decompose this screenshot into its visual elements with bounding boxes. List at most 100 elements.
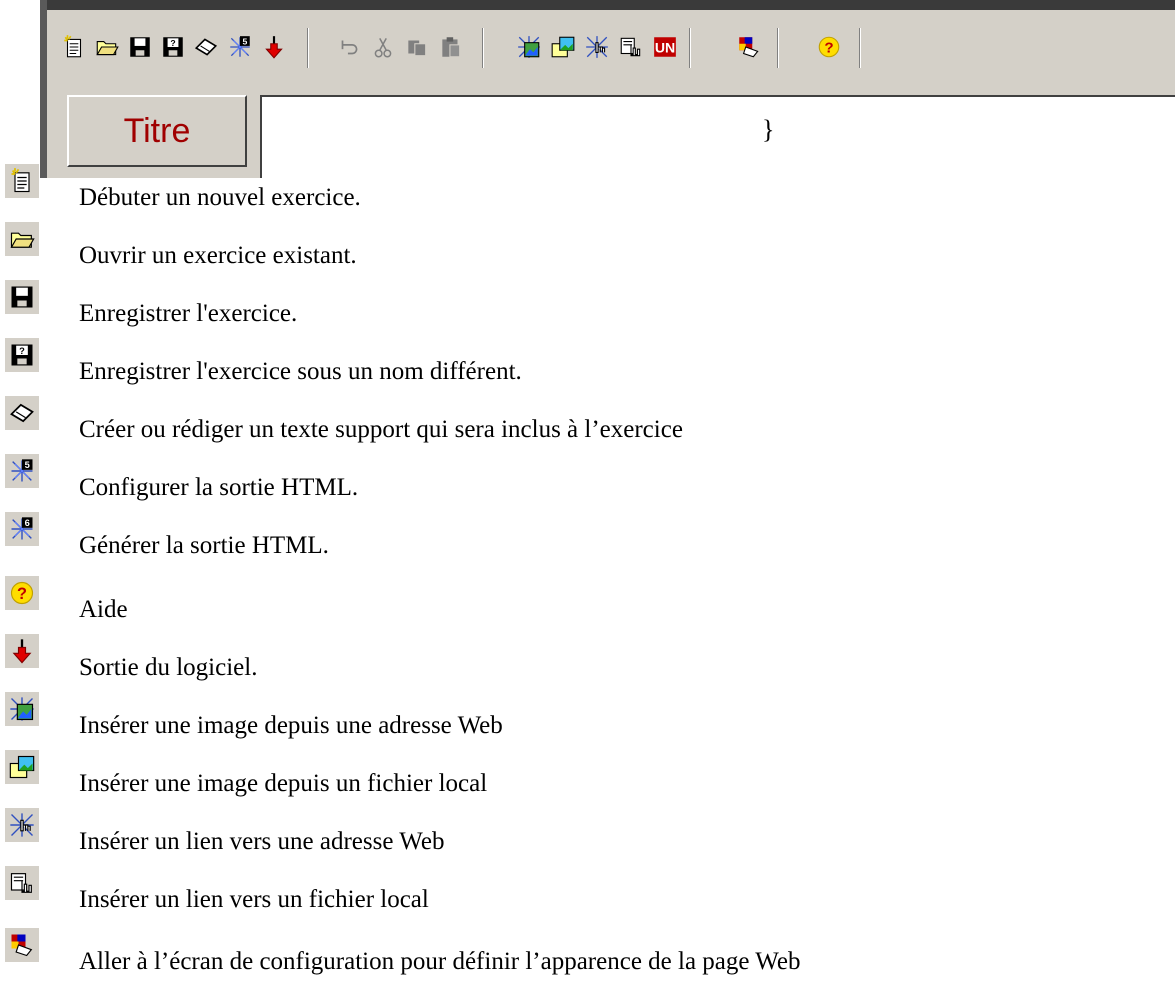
legend-item: Insérer un lien vers une adresse Web	[0, 808, 1175, 855]
toolbar-separator	[689, 28, 691, 68]
web-config-5-icon: 5	[230, 36, 250, 57]
left-margin	[0, 0, 40, 178]
web-link-button[interactable]	[580, 30, 614, 64]
paste-button[interactable]	[434, 30, 468, 64]
legend-item: 6 Générer la sortie HTML.	[0, 512, 1175, 559]
svg-text:5: 5	[242, 36, 247, 46]
svg-text:?: ?	[19, 346, 25, 356]
open-folder-icon	[96, 41, 119, 56]
open-button[interactable]	[90, 30, 124, 64]
legend-text: Insérer une image depuis une adresse Web	[79, 712, 503, 739]
local-link-icon	[620, 37, 641, 57]
copy-button[interactable]	[400, 30, 434, 64]
svg-text:?: ?	[170, 38, 175, 48]
editor-content: }	[762, 115, 775, 144]
legend-item: 5 Configurer la sortie HTML.	[0, 454, 1175, 501]
toolbar-separator	[859, 28, 861, 68]
window-left-border	[40, 0, 47, 178]
legend-item: Sortie du logiciel.	[0, 634, 1175, 681]
save-as-disk-icon: ?	[5, 338, 39, 372]
local-image-button[interactable]	[546, 30, 580, 64]
new-document-icon	[5, 164, 39, 198]
save-button[interactable]	[123, 30, 157, 64]
open-folder-icon	[5, 222, 39, 256]
window-top-strip	[0, 0, 1175, 10]
red-arrow-down-icon	[5, 634, 39, 668]
undo-button[interactable]	[332, 30, 366, 64]
text-button[interactable]	[189, 30, 223, 64]
svg-text:?: ?	[824, 39, 833, 56]
exit-button[interactable]	[257, 30, 291, 64]
web-image-button[interactable]	[512, 30, 546, 64]
cut-button[interactable]	[366, 30, 400, 64]
unicode-button[interactable]: UN	[648, 30, 682, 64]
save-as-button[interactable]: ?	[156, 30, 190, 64]
app-screenshot: ? 5 UN? Titre }	[0, 0, 1175, 178]
cut-icon	[374, 37, 392, 58]
legend-item: Insérer une image depuis un fichier loca…	[0, 750, 1175, 797]
svg-text:5: 5	[25, 460, 30, 470]
save-disk-icon	[5, 280, 39, 314]
appearance-button[interactable]	[732, 30, 766, 64]
web-image-icon	[518, 36, 540, 58]
legend-text: Aller à l’écran de configuration pour dé…	[79, 948, 801, 975]
eraser-text-icon	[5, 396, 39, 430]
config-html-button[interactable]: 5	[223, 30, 257, 64]
legend-text: Enregistrer l'exercice.	[79, 300, 298, 327]
toolbar-separator	[777, 28, 779, 68]
new-button[interactable]	[57, 30, 91, 64]
web-config-5-icon: 5	[5, 454, 39, 488]
appearance-config-icon	[739, 37, 759, 58]
appearance-config-icon	[5, 928, 39, 962]
web-link-icon	[5, 808, 39, 842]
legend-item: Créer ou rédiger un texte support qui se…	[0, 396, 1175, 443]
undo-icon	[341, 40, 358, 55]
legend-item: ? Aide	[0, 576, 1175, 623]
web-image-icon	[5, 692, 39, 726]
local-link-icon	[5, 866, 39, 900]
web-generate-6-icon: 6	[5, 512, 39, 546]
title-button-label: Titre	[123, 111, 191, 150]
save-as-disk-icon: ?	[163, 37, 183, 57]
legend-text: Insérer un lien vers un fichier local	[79, 886, 429, 913]
legend-item: Ouvrir un exercice existant.	[0, 222, 1175, 269]
title-button[interactable]: Titre	[67, 95, 247, 167]
legend-text: Sortie du logiciel.	[79, 654, 258, 681]
legend-item: Débuter un nouvel exercice.	[0, 164, 1175, 211]
local-image-icon	[551, 36, 575, 58]
legend-text: Débuter un nouvel exercice.	[79, 184, 361, 211]
legend-text: Générer la sortie HTML.	[79, 532, 329, 559]
legend-item: Enregistrer l'exercice.	[0, 280, 1175, 327]
svg-text:UN: UN	[655, 39, 675, 55]
legend-text: Créer ou rédiger un texte support qui se…	[79, 416, 683, 443]
local-link-button[interactable]	[614, 30, 648, 64]
toolbar-separator	[482, 28, 484, 68]
unicode-un-icon: UN	[654, 37, 676, 57]
help-icon: ?	[5, 576, 39, 610]
web-link-icon	[586, 36, 608, 58]
new-document-icon	[64, 35, 82, 58]
svg-text:6: 6	[25, 518, 30, 528]
legend-text: Enregistrer l'exercice sous un nom diffé…	[79, 358, 522, 385]
help-icon: ?	[818, 36, 840, 58]
copy-icon	[408, 40, 427, 57]
legend-text: Insérer un lien vers une adresse Web	[79, 828, 445, 855]
legend-item: Insérer une image depuis une adresse Web	[0, 692, 1175, 739]
svg-text:?: ?	[17, 585, 27, 603]
legend-text: Aide	[79, 596, 128, 623]
legend-item: ? Enregistrer l'exercice sous un nom diff…	[0, 338, 1175, 385]
toolbar-separator	[307, 28, 309, 68]
local-image-icon	[5, 750, 39, 784]
paste-icon	[442, 37, 461, 58]
red-arrow-down-icon	[265, 36, 283, 59]
toolbar: ? 5 UN?	[47, 10, 1175, 84]
legend-text: Ouvrir un exercice existant.	[79, 242, 357, 269]
help-button[interactable]: ?	[812, 30, 846, 64]
legend-text: Insérer une image depuis un fichier loca…	[79, 770, 488, 797]
legend-item: Aller à l’écran de configuration pour dé…	[0, 928, 1175, 975]
eraser-text-icon	[194, 38, 218, 56]
save-disk-icon	[130, 37, 150, 57]
title-editor[interactable]: }	[260, 95, 1175, 178]
legend-item: Insérer un lien vers un fichier local	[0, 866, 1175, 913]
legend-text: Configurer la sortie HTML.	[79, 474, 359, 501]
